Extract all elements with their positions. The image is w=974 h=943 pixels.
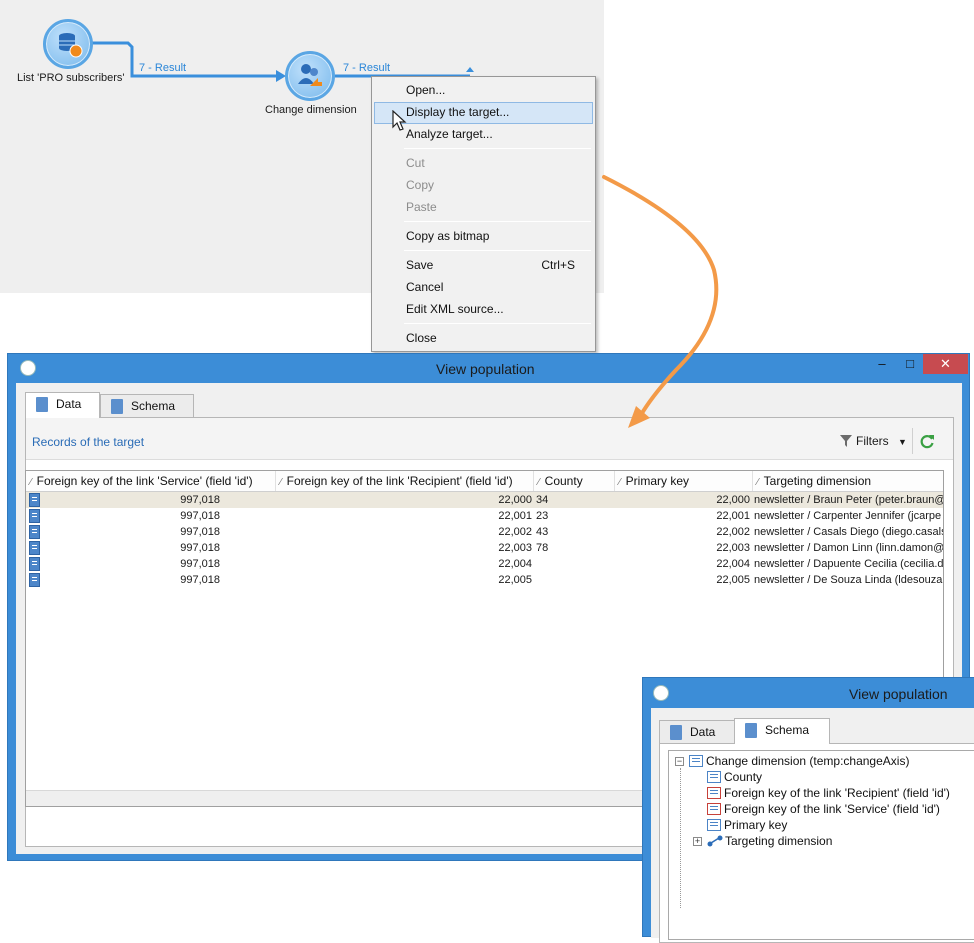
tab-schema[interactable]: Schema <box>734 718 830 744</box>
filter-icon <box>840 435 852 447</box>
tab-schema[interactable]: Schema <box>100 394 194 418</box>
record-icon <box>29 557 40 571</box>
tree-item-county[interactable]: County <box>707 769 762 785</box>
menu-separator <box>404 323 591 324</box>
window-titlebar[interactable]: View population – □ ✕ <box>8 354 969 383</box>
tab-data-label: Data <box>690 725 716 739</box>
filters-button[interactable]: Filters ▼ <box>856 434 907 448</box>
close-button[interactable]: ✕ <box>923 354 968 374</box>
tree-item-primary-key[interactable]: Primary key <box>707 817 787 833</box>
records-toolbar: Records of the target Filters ▼ <box>26 418 953 460</box>
tree-item-service-fk[interactable]: Foreign key of the link 'Service' (field… <box>707 801 940 817</box>
table-row[interactable]: 997,018 22,000 34 22,000 newsletter / Br… <box>26 492 943 508</box>
expand-icon[interactable]: + <box>693 837 702 846</box>
schema-window-title: View population <box>849 686 948 702</box>
menu-separator <box>404 148 591 149</box>
menu-item-close[interactable]: Close <box>406 328 437 348</box>
database-icon <box>59 33 83 58</box>
schema-panel: − Change dimension (temp:changeAxis) Cou… <box>659 743 974 943</box>
transition-label-1[interactable]: 7 - Result <box>139 62 186 74</box>
tab-schema-label: Schema <box>765 723 810 737</box>
record-icon <box>29 493 40 507</box>
minimize-button[interactable]: – <box>869 354 895 374</box>
schema-window-body: Data Schema − Change dimension (temp:cha… <box>651 708 974 943</box>
field-icon <box>707 771 721 783</box>
menu-item-cancel[interactable]: Cancel <box>406 277 443 297</box>
filters-label: Filters <box>856 434 889 448</box>
table-row[interactable]: 997,018 22,001 23 22,001 newsletter / Ca… <box>26 508 943 524</box>
refresh-icon[interactable] <box>919 433 935 449</box>
mouse-cursor-icon <box>392 110 407 131</box>
table-row[interactable]: 997,018 22,003 78 22,003 newsletter / Da… <box>26 540 943 556</box>
menu-item-copy-bitmap[interactable]: Copy as bitmap <box>406 226 489 246</box>
record-icon <box>29 573 40 587</box>
foreign-key-icon <box>707 803 721 815</box>
window-title: View population <box>436 361 535 377</box>
chevron-down-icon: ▼ <box>898 437 907 447</box>
view-population-schema-window: View population Data Schema − Change dim… <box>642 677 974 943</box>
maximize-button[interactable]: □ <box>897 354 923 374</box>
sql-icon <box>36 397 48 412</box>
collapse-icon[interactable]: − <box>675 757 684 766</box>
schema-node-icon <box>689 755 703 767</box>
menu-item-copy[interactable]: Copy <box>406 175 434 195</box>
menu-separator <box>404 221 591 222</box>
tab-data[interactable]: Data <box>25 392 100 418</box>
tab-schema-label: Schema <box>131 399 176 413</box>
menu-item-open[interactable]: Open... <box>406 80 445 100</box>
change-dimension-node[interactable] <box>285 51 335 101</box>
menu-item-cut[interactable]: Cut <box>406 153 425 173</box>
sql-icon <box>670 725 682 740</box>
column-header-targeting-dimension[interactable]: ⁄ Targeting dimension <box>753 471 943 491</box>
column-header-service-fk[interactable]: ⁄ Foreign key of the link 'Service' (fiel… <box>26 471 276 491</box>
transition-label-2[interactable]: 7 - Result <box>343 62 390 74</box>
schema-window-titlebar[interactable]: View population <box>643 678 974 708</box>
menu-separator <box>404 250 591 251</box>
record-icon <box>29 541 40 555</box>
tab-data-label: Data <box>56 397 82 411</box>
menu-item-save[interactable]: Save <box>406 255 433 275</box>
tab-data[interactable]: Data <box>659 720 735 744</box>
list-node[interactable] <box>43 19 93 69</box>
record-icon <box>29 509 40 523</box>
menu-item-display-target[interactable]: Display the target... <box>406 102 509 122</box>
tree-item-targeting-dimension[interactable]: Targeting dimension <box>707 833 832 849</box>
menu-item-edit-xml[interactable]: Edit XML source... <box>406 299 504 319</box>
schema-icon <box>745 723 757 738</box>
menu-item-analyze-target[interactable]: Analyze target... <box>406 124 493 144</box>
foreign-key-icon <box>707 787 721 799</box>
tree-root[interactable]: Change dimension (temp:changeAxis) <box>689 753 909 769</box>
record-icon <box>29 525 40 539</box>
change-dimension-node-label: Change dimension <box>265 104 357 116</box>
column-header-county[interactable]: ⁄ County <box>534 471 615 491</box>
list-node-label: List 'PRO subscribers' <box>17 72 125 84</box>
app-icon <box>20 360 36 376</box>
column-header-recipient-fk[interactable]: ⁄ Foreign key of the link 'Recipient' (fi… <box>276 471 534 491</box>
app-icon <box>653 685 669 701</box>
menu-shortcut-save: Ctrl+S <box>541 258 575 272</box>
records-title: Records of the target <box>32 435 145 449</box>
link-icon <box>707 835 723 847</box>
menu-item-paste[interactable]: Paste <box>406 197 437 217</box>
column-header-primary-key[interactable]: ⁄ Primary key <box>615 471 753 491</box>
change-dimension-icon <box>298 64 322 86</box>
schema-icon <box>111 399 123 414</box>
table-row[interactable]: 997,018 22,002 43 22,002 newsletter / Ca… <box>26 524 943 540</box>
schema-tree[interactable]: − Change dimension (temp:changeAxis) Cou… <box>668 750 974 940</box>
table-row[interactable]: 997,018 22,004 22,004 newsletter / Dapue… <box>26 556 943 572</box>
field-icon <box>707 819 721 831</box>
tree-guide <box>680 768 681 908</box>
table-row[interactable]: 997,018 22,005 22,005 newsletter / De So… <box>26 572 943 588</box>
toolbar-divider <box>912 428 913 454</box>
tree-item-recipient-fk[interactable]: Foreign key of the link 'Recipient' (fie… <box>707 785 950 801</box>
